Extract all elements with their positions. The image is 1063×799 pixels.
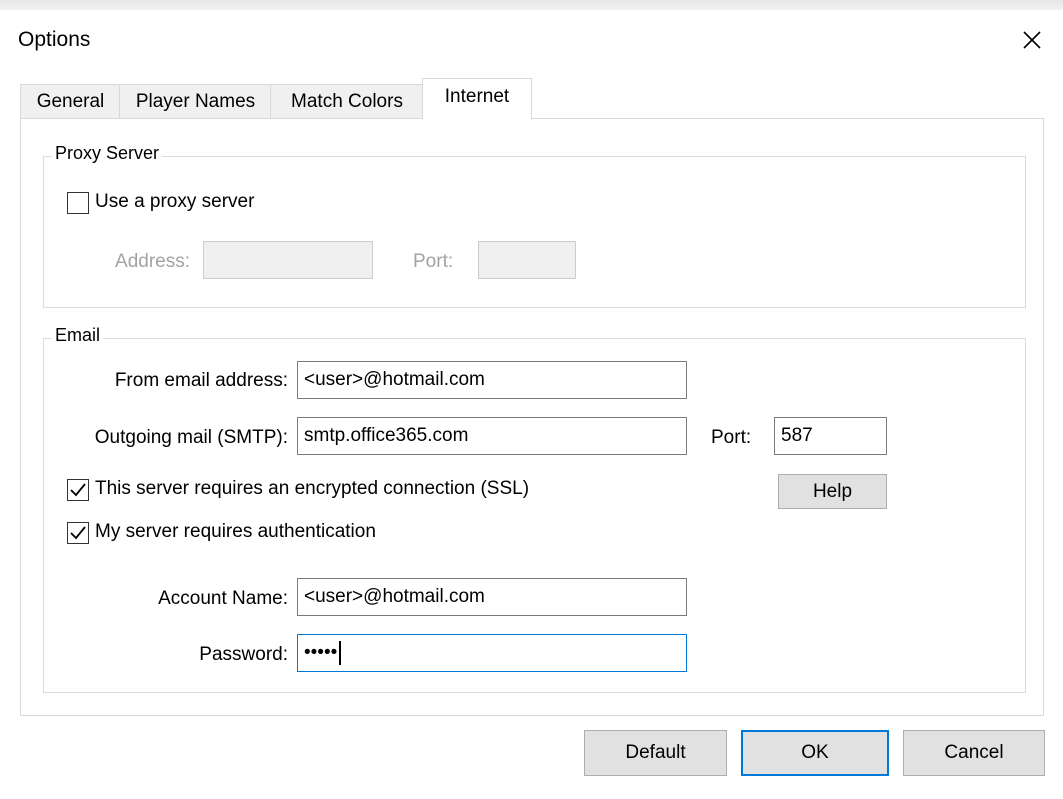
account-name-label: Account Name: [158, 588, 288, 609]
ok-button[interactable]: OK [741, 730, 889, 776]
password-input[interactable]: ••••• [297, 634, 687, 672]
password-label: Password: [199, 644, 288, 665]
use-proxy-label[interactable]: Use a proxy server [95, 191, 254, 213]
from-email-input[interactable]: <user>@hotmail.com [297, 361, 687, 399]
proxy-server-group [43, 156, 1026, 308]
proxy-port-label: Port: [413, 251, 454, 272]
window-title: Options [18, 28, 91, 51]
text-caret [339, 640, 342, 665]
use-proxy-checkbox[interactable] [67, 192, 89, 214]
tab-match-colors[interactable]: Match Colors [270, 84, 424, 118]
tab-internet[interactable]: Internet [422, 78, 532, 120]
window-top-edge [0, 0, 1063, 10]
from-email-label: From email address: [114, 370, 288, 391]
smtp-input[interactable]: smtp.office365.com [297, 417, 687, 455]
proxy-address-input[interactable] [203, 241, 373, 279]
close-icon [1023, 31, 1041, 49]
close-button[interactable] [1012, 22, 1052, 58]
auth-label[interactable]: My server requires authentication [95, 521, 376, 543]
tab-player-names[interactable]: Player Names [119, 84, 272, 118]
ssl-checkbox[interactable] [67, 479, 89, 501]
auth-checkbox[interactable] [67, 522, 89, 544]
proxy-address-label: Address: [115, 251, 190, 272]
proxy-port-input[interactable] [478, 241, 576, 279]
smtp-port-label: Port: [711, 427, 752, 448]
email-group-label: Email [52, 325, 104, 346]
default-button[interactable]: Default [584, 730, 727, 776]
ssl-label[interactable]: This server requires an encrypted connec… [95, 478, 529, 500]
smtp-label: Outgoing mail (SMTP): [94, 427, 288, 448]
proxy-server-group-label: Proxy Server [52, 143, 163, 164]
password-value: ••••• [304, 642, 338, 663]
checkmark-icon [70, 483, 86, 497]
tab-general[interactable]: General [20, 84, 121, 118]
checkmark-icon [70, 526, 86, 540]
account-name-input[interactable]: <user>@hotmail.com [297, 578, 687, 616]
cancel-button[interactable]: Cancel [903, 730, 1045, 776]
help-button[interactable]: Help [778, 474, 887, 509]
smtp-port-input[interactable]: 587 [774, 417, 887, 455]
